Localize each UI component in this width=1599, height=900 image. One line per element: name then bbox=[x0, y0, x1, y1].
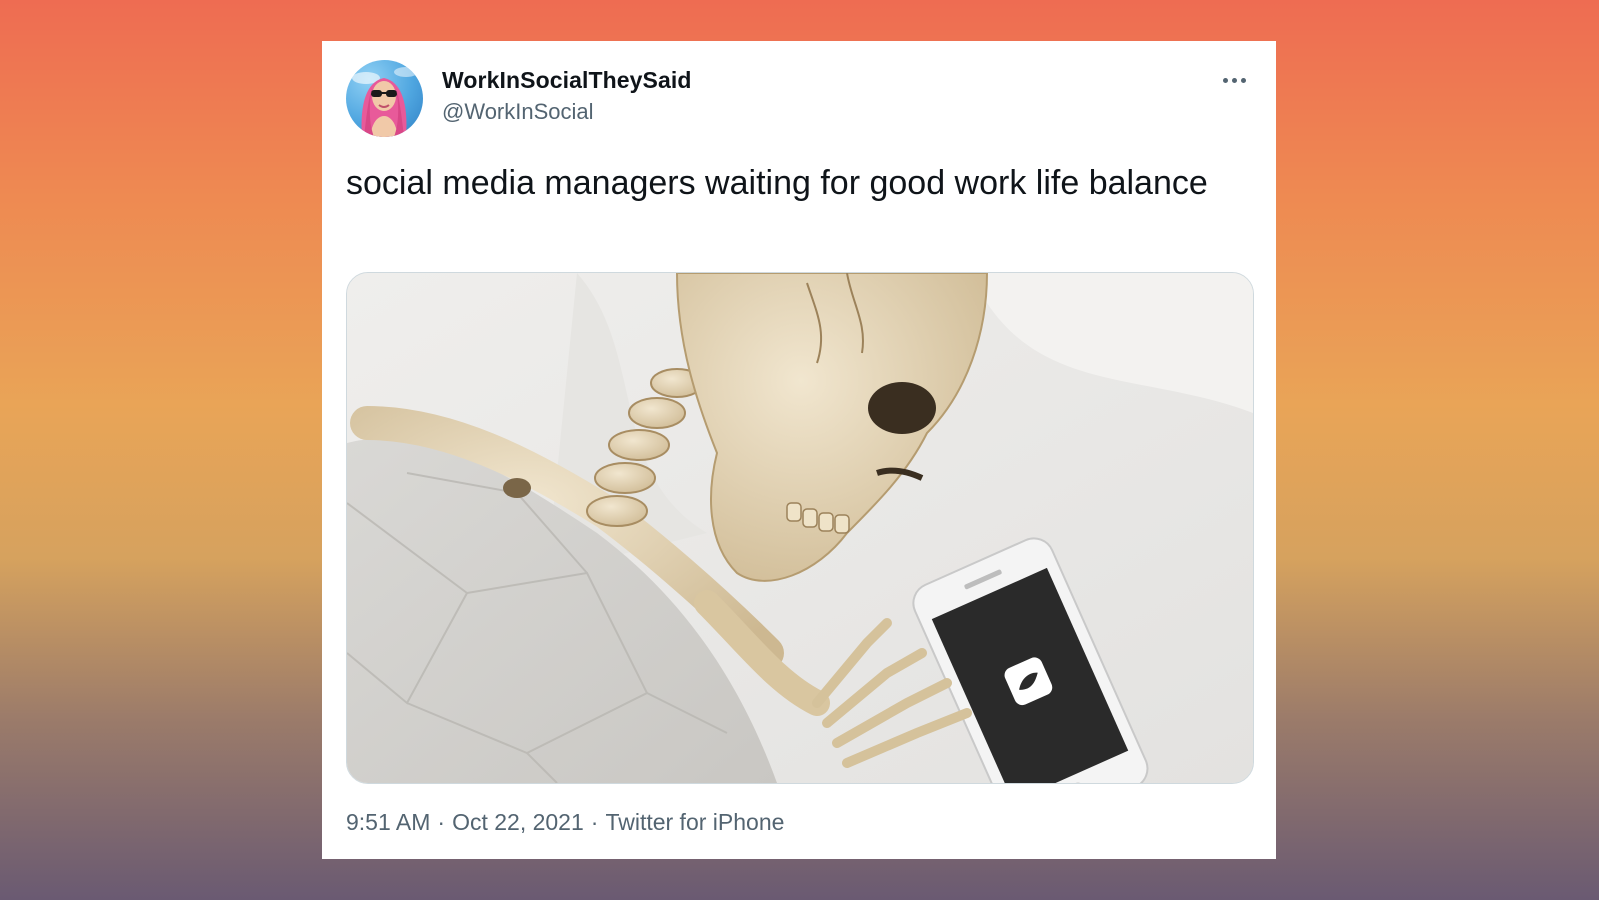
tweet-meta: 9:51 AM · Oct 22, 2021 · Twitter for iPh… bbox=[346, 809, 784, 836]
avatar[interactable] bbox=[346, 60, 423, 137]
tweet-text: social media managers waiting for good w… bbox=[346, 164, 1208, 202]
tweet-media-image[interactable] bbox=[346, 272, 1254, 784]
user-handle[interactable]: @WorkInSocial bbox=[442, 99, 594, 125]
skeleton-in-bed-with-phone-photo-icon bbox=[347, 273, 1253, 783]
display-name[interactable]: WorkInSocialTheySaid bbox=[442, 67, 692, 94]
more-dot bbox=[1231, 77, 1237, 83]
tweet-date[interactable]: Oct 22, 2021 bbox=[452, 809, 584, 836]
more-dot bbox=[1240, 77, 1246, 83]
tweet-time[interactable]: 9:51 AM bbox=[346, 809, 430, 836]
meta-separator: · bbox=[590, 809, 599, 835]
tweet-card: WorkInSocialTheySaid @WorkInSocial socia… bbox=[322, 41, 1276, 859]
tweet-source[interactable]: Twitter for iPhone bbox=[605, 809, 784, 836]
avatar-pink-hair-sunglasses-icon bbox=[352, 67, 418, 137]
meta-separator: · bbox=[437, 809, 446, 835]
more-horizontal-icon bbox=[1222, 77, 1228, 83]
more-options-button[interactable] bbox=[1214, 65, 1254, 95]
